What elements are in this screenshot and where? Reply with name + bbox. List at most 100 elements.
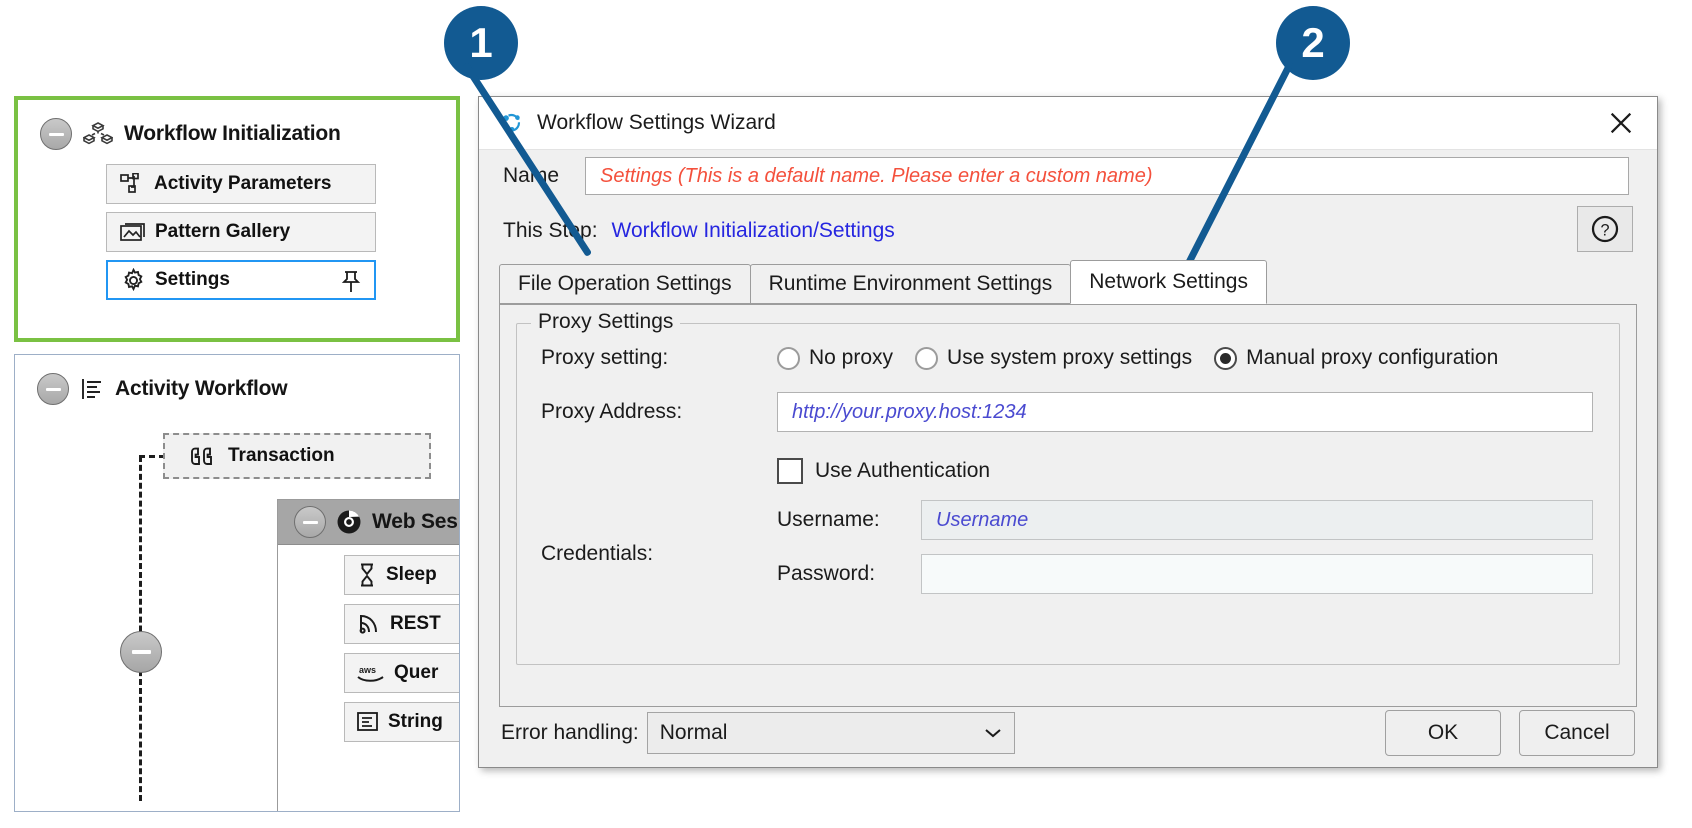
- radio-label: Use system proxy settings: [947, 346, 1192, 370]
- activity-workflow-group: Activity Workflow Transaction: [14, 354, 460, 812]
- error-handling-select[interactable]: Normal: [647, 712, 1015, 754]
- connector-horizontal: [139, 455, 165, 458]
- aws-icon: aws: [357, 662, 385, 684]
- transaction-node[interactable]: Transaction: [163, 433, 431, 479]
- username-input[interactable]: Username: [921, 500, 1593, 540]
- callout-1: 1: [444, 6, 518, 80]
- radio-label: No proxy: [809, 346, 893, 370]
- close-icon[interactable]: [1585, 97, 1657, 149]
- name-row: Name Settings (This is a default name. P…: [479, 150, 1657, 202]
- use-authentication-row[interactable]: Use Authentication: [777, 458, 1603, 484]
- web-session-node: Web Ses Sleep: [277, 499, 460, 812]
- workflow-item-settings[interactable]: Settings: [106, 260, 376, 300]
- web-session-item-sleep[interactable]: Sleep: [344, 555, 460, 595]
- tab-network-settings[interactable]: Network Settings: [1070, 260, 1267, 304]
- question-circle-icon[interactable]: ?: [1577, 206, 1633, 252]
- collapse-minus-icon[interactable]: [120, 631, 162, 673]
- rss-icon: [357, 612, 381, 636]
- radio-label: Manual proxy configuration: [1246, 346, 1498, 370]
- dialog-titlebar: Workflow Settings Wizard: [479, 97, 1657, 150]
- collapse-minus-icon[interactable]: [37, 373, 69, 405]
- workflow-item-pattern-gallery[interactable]: Pattern Gallery: [106, 212, 376, 252]
- web-session-item-query[interactable]: aws Quer: [344, 653, 460, 693]
- radio-circle-selected-icon[interactable]: [1214, 347, 1237, 370]
- workflow-panel: Workflow Initialization: [14, 96, 474, 812]
- tab-file-operation-settings[interactable]: File Operation Settings: [499, 264, 751, 304]
- radio-no-proxy[interactable]: No proxy: [777, 346, 893, 370]
- tab-runtime-environment-settings[interactable]: Runtime Environment Settings: [750, 264, 1072, 304]
- radio-manual-proxy-configuration[interactable]: Manual proxy configuration: [1214, 346, 1498, 370]
- checkbox-icon[interactable]: [777, 458, 803, 484]
- workflow-item-label: Settings: [155, 269, 230, 291]
- proxy-setting-label: Proxy setting:: [533, 346, 777, 370]
- collapse-minus-icon[interactable]: [294, 506, 326, 538]
- workflow-initialization-group: Workflow Initialization: [14, 96, 460, 342]
- cancel-button[interactable]: Cancel: [1519, 710, 1635, 756]
- proxy-setting-radio-group: No proxy Use system proxy settings Manua…: [777, 346, 1520, 370]
- use-authentication-label: Use Authentication: [815, 459, 990, 483]
- collapse-minus-icon[interactable]: [40, 118, 72, 150]
- svg-text:aws: aws: [359, 665, 376, 675]
- callout-badge-number: 1: [444, 6, 518, 80]
- transaction-label: Transaction: [228, 445, 335, 467]
- dialog-title: Workflow Settings Wizard: [537, 111, 776, 135]
- password-row: Password:: [777, 554, 1603, 594]
- pin-icon[interactable]: [340, 270, 362, 294]
- activity-workflow-header[interactable]: Activity Workflow: [15, 355, 459, 405]
- activity-workflow-title: Activity Workflow: [115, 377, 287, 401]
- image-gallery-icon: [120, 222, 146, 243]
- radio-use-system-proxy-settings[interactable]: Use system proxy settings: [915, 346, 1192, 370]
- this-step-row: This Step: Workflow Initialization/Setti…: [479, 202, 1657, 260]
- web-session-item-string[interactable]: String: [344, 702, 460, 742]
- web-session-item-label: String: [388, 711, 443, 733]
- hourglass-icon: [357, 563, 377, 587]
- proxy-settings-legend: Proxy Settings: [531, 310, 680, 334]
- web-session-item-label: Quer: [394, 662, 438, 684]
- name-input[interactable]: Settings (This is a default name. Please…: [585, 157, 1629, 195]
- proxy-address-label: Proxy Address:: [533, 400, 777, 424]
- chrome-icon: [336, 509, 362, 535]
- error-handling-label: Error handling:: [501, 721, 639, 745]
- list-lines-icon: [80, 377, 104, 401]
- web-session-items: Sleep REST: [278, 545, 460, 742]
- password-input[interactable]: [921, 554, 1593, 594]
- gear-icon: [121, 268, 146, 293]
- workflow-item-activity-parameters[interactable]: Activity Parameters: [106, 164, 376, 204]
- connector-vertical: [139, 456, 142, 801]
- cubes-icon: [83, 121, 113, 147]
- proxy-settings-fieldset: Proxy Settings Proxy setting: No proxy U…: [516, 323, 1620, 665]
- workflow-settings-wizard-dialog: Workflow Settings Wizard Name Settings (…: [478, 96, 1658, 768]
- error-handling-value: Normal: [660, 721, 728, 745]
- password-label: Password:: [777, 562, 921, 586]
- sitemap-icon: [120, 173, 145, 195]
- chevron-down-icon: [984, 727, 1002, 739]
- quotes-icon: [191, 446, 218, 467]
- ok-button[interactable]: OK: [1385, 710, 1501, 756]
- radio-circle-icon[interactable]: [777, 347, 800, 370]
- workflow-item-label: Activity Parameters: [154, 173, 331, 195]
- workflow-item-label: Pattern Gallery: [155, 221, 290, 243]
- credentials-row: Credentials: Username: Username Password…: [533, 500, 1603, 608]
- settings-tabstrip: File Operation Settings Runtime Environm…: [499, 260, 1637, 305]
- svg-text:?: ?: [1600, 221, 1609, 239]
- web-session-item-label: Sleep: [386, 564, 437, 586]
- proxy-address-row: Proxy Address: http://your.proxy.host:12…: [533, 392, 1603, 432]
- this-step-path[interactable]: Workflow Initialization/Settings: [612, 219, 895, 243]
- web-session-title: Web Ses: [372, 510, 458, 534]
- username-row: Username: Username: [777, 500, 1603, 540]
- text-lines-icon: [357, 711, 379, 733]
- proxy-setting-row: Proxy setting: No proxy Use system proxy…: [533, 346, 1603, 370]
- network-settings-panel: Proxy Settings Proxy setting: No proxy U…: [499, 305, 1637, 707]
- credentials-label: Credentials:: [533, 542, 777, 566]
- web-session-item-label: REST: [390, 613, 441, 635]
- dialog-footer: Error handling: Normal OK Cancel: [479, 699, 1657, 767]
- credentials-fields: Username: Username Password:: [777, 500, 1603, 608]
- workflow-initialization-header[interactable]: Workflow Initialization: [18, 100, 456, 150]
- radio-circle-icon[interactable]: [915, 347, 938, 370]
- workflow-initialization-title: Workflow Initialization: [124, 122, 341, 146]
- web-session-header[interactable]: Web Ses: [278, 500, 460, 545]
- username-label: Username:: [777, 508, 921, 532]
- web-session-item-rest[interactable]: REST: [344, 604, 460, 644]
- proxy-address-input[interactable]: http://your.proxy.host:1234: [777, 392, 1593, 432]
- workflow-initialization-items: Activity Parameters Pattern Gallery: [106, 164, 456, 300]
